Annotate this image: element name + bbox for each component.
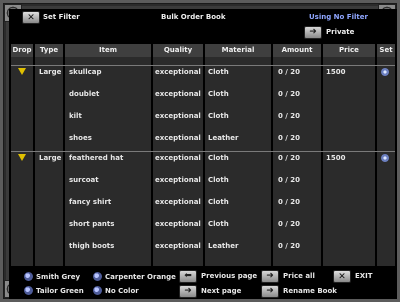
item-name: surcoat: [69, 176, 99, 184]
tailor-green-label: Tailor Green: [36, 287, 84, 295]
item-amount: 0 / 20: [278, 90, 301, 98]
set-filter-label: Set Filter: [43, 13, 80, 21]
smith-grey-radio[interactable]: [24, 272, 33, 281]
rename-book-button[interactable]: ➜: [261, 285, 279, 298]
order-table: Drop Type Item Quality Material Amount P…: [11, 44, 395, 266]
carpenter-orange-label: Carpenter Orange: [105, 273, 176, 281]
item-name: doublet: [69, 90, 100, 98]
item-quality: exceptional: [155, 198, 201, 206]
item-name: feathered hat: [69, 154, 124, 162]
item-amount: 0 / 20: [278, 112, 301, 120]
order-type: Large: [39, 154, 62, 162]
item-amount: 0 / 20: [278, 68, 301, 76]
header-material: Material: [205, 44, 271, 57]
item-material: Cloth: [208, 198, 229, 206]
arrow-left-icon: ⬅: [184, 271, 192, 281]
filter-status-text: Using No Filter: [309, 13, 368, 21]
no-color-radio[interactable]: [93, 286, 102, 295]
item-material: Cloth: [208, 154, 229, 162]
order-type: Large: [39, 68, 62, 76]
item-amount: 0 / 20: [278, 220, 301, 228]
arrow-right-icon: ➜: [309, 27, 317, 37]
private-toggle-button[interactable]: ➜: [304, 26, 322, 39]
divider: [11, 65, 395, 66]
set-gem-icon[interactable]: [381, 68, 389, 76]
item-material: Cloth: [208, 176, 229, 184]
item-quality: exceptional: [155, 112, 201, 120]
exit-label: EXIT: [355, 272, 373, 280]
next-page-button[interactable]: ➜: [179, 285, 197, 298]
item-amount: 0 / 20: [278, 242, 301, 250]
item-quality: exceptional: [155, 154, 201, 162]
item-amount: 0 / 20: [278, 176, 301, 184]
item-name: skullcap: [69, 68, 102, 76]
item-quality: exceptional: [155, 242, 201, 250]
item-amount: 0 / 20: [278, 198, 301, 206]
next-page-label: Next page: [201, 287, 242, 295]
arrow-right-icon: ➜: [266, 286, 274, 296]
close-x-icon: ✕: [338, 271, 346, 282]
item-quality: exceptional: [155, 134, 201, 142]
item-amount: 0 / 20: [278, 154, 301, 162]
gump-frame: ✕ Set Filter Bulk Order Book Using No Fi…: [0, 0, 400, 302]
price-all-label: Price all: [283, 272, 315, 280]
no-color-label: No Color: [105, 287, 139, 295]
rename-book-label: Rename Book: [283, 287, 337, 295]
item-material: Cloth: [208, 90, 229, 98]
header-type: Type: [35, 44, 63, 57]
previous-page-label: Previous page: [201, 272, 258, 280]
item-quality: exceptional: [155, 90, 201, 98]
close-x-icon: ✕: [27, 12, 35, 23]
header-amount: Amount: [273, 44, 321, 57]
item-quality: exceptional: [155, 176, 201, 184]
item-name: fancy shirt: [69, 198, 112, 206]
item-material: Cloth: [208, 112, 229, 120]
carpenter-orange-radio[interactable]: [93, 272, 102, 281]
item-material: Leather: [208, 134, 239, 142]
arrow-right-icon: ➜: [266, 271, 274, 281]
header-item: Item: [65, 44, 151, 57]
item-name: short pants: [69, 220, 115, 228]
order-price: 1500: [326, 68, 346, 76]
header-drop: Drop: [11, 44, 33, 57]
tailor-green-radio[interactable]: [24, 286, 33, 295]
item-name: kilt: [69, 112, 82, 120]
book-panel: ✕ Set Filter Bulk Order Book Using No Fi…: [9, 9, 397, 299]
drop-marker-icon[interactable]: [18, 68, 26, 75]
arrow-right-icon: ➜: [184, 286, 192, 296]
item-material: Cloth: [208, 68, 229, 76]
price-all-button[interactable]: ➜: [261, 270, 279, 283]
item-quality: exceptional: [155, 68, 201, 76]
set-filter-button[interactable]: ✕: [22, 11, 40, 24]
header-price: Price: [323, 44, 375, 57]
item-name: shoes: [69, 134, 92, 142]
set-gem-icon[interactable]: [381, 154, 389, 162]
divider: [11, 151, 395, 152]
item-material: Cloth: [208, 220, 229, 228]
order-price: 1500: [326, 154, 346, 162]
previous-page-button[interactable]: ⬅: [179, 270, 197, 283]
header-set: Set: [377, 44, 395, 57]
page-title: Bulk Order Book: [161, 13, 226, 21]
smith-grey-label: Smith Grey: [36, 273, 81, 281]
exit-button[interactable]: ✕: [333, 270, 351, 283]
header-quality: Quality: [153, 44, 203, 57]
drop-marker-icon[interactable]: [18, 154, 26, 161]
private-label: Private: [326, 28, 355, 36]
item-name: thigh boots: [69, 242, 115, 250]
item-amount: 0 / 20: [278, 134, 301, 142]
item-material: Leather: [208, 242, 239, 250]
item-quality: exceptional: [155, 220, 201, 228]
